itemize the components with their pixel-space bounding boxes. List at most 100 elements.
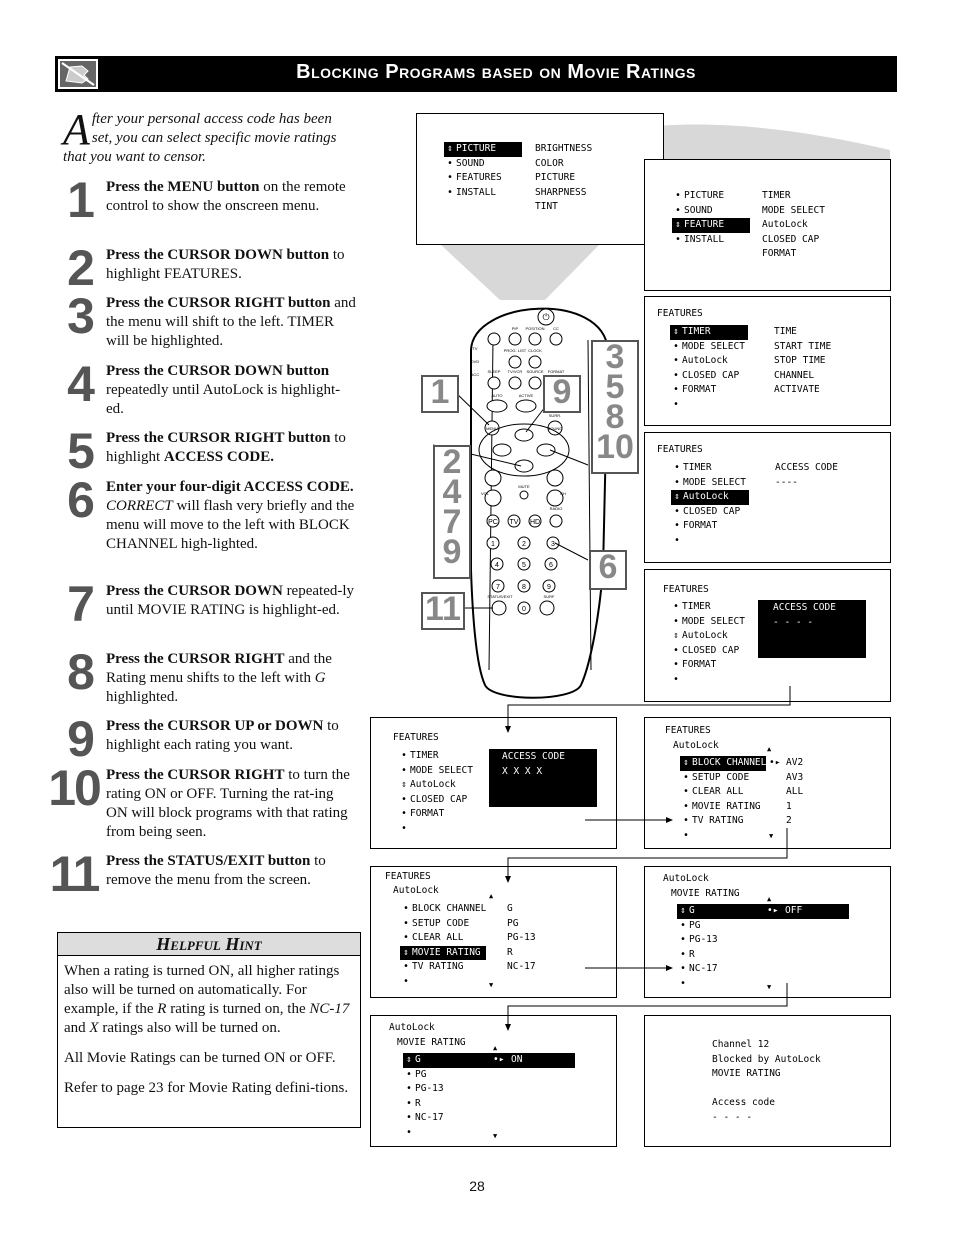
access-code-value: - - - - (773, 617, 814, 628)
rating-toggle-value: OFF (785, 905, 803, 916)
cursor-arrows-icon: ⇕ (675, 219, 681, 231)
menu-item: ⇕ G (677, 904, 849, 919)
svg-text:HD: HD (530, 519, 540, 526)
bullet-icon: • (673, 340, 679, 352)
menu-item-label: INSTALL (456, 186, 497, 198)
callout-step-6: 6 (589, 550, 627, 590)
menu-screen-3: FEATURES ⇕ TIMER • MODE SELECT • AutoLock • CLOS… (644, 296, 891, 426)
bullet-icon: • (673, 615, 679, 627)
bullet-icon: • (673, 644, 679, 656)
menu-item: • (403, 1126, 415, 1141)
menu-item: • (680, 829, 692, 844)
svg-text:SLEEP: SLEEP (488, 369, 501, 374)
menu-item: • CLOSED CAP (670, 369, 739, 384)
menu-item: • MOVIE RATING (680, 800, 761, 815)
menu-item-label: FEATURES (456, 172, 502, 184)
bullet-icon: • (401, 793, 407, 805)
menu-item: • CLEAR ALL (680, 785, 743, 800)
menu-item: • FORMAT (670, 383, 716, 398)
bullet-icon: • (403, 917, 409, 929)
menu-item-label: AutoLock (683, 491, 729, 503)
svg-text:POSITION: POSITION (525, 326, 544, 331)
cursor-arrows-icon: ⇕ (674, 491, 680, 503)
svg-text:7: 7 (496, 584, 500, 591)
bullet-icon: • (683, 815, 689, 827)
svg-text:TV/VCR: TV/VCR (508, 369, 523, 374)
blocked-message-line: - - - - (712, 1112, 753, 1123)
menu-item: • TV RATING (400, 960, 463, 975)
menu-item-label: SOUND (456, 157, 485, 169)
menu-item-label: PG (689, 919, 701, 931)
menu-item: • (670, 673, 682, 688)
menu-screen-4: FEATURES • TIMER • MODE SELECT ⇕ AutoLock • CLOS… (644, 432, 891, 563)
step-11: 11 Press the STATUS/EXIT button to remove… (50, 848, 358, 900)
svg-text:PROG. LIST: PROG. LIST (504, 348, 527, 353)
menu-title: FEATURES (663, 584, 709, 595)
menu-item: • MODE SELECT (671, 476, 746, 491)
bullet-icon: • (406, 1127, 412, 1138)
menu-item-label: AutoLock (682, 355, 728, 367)
svg-text:CC: CC (553, 326, 559, 331)
svg-text:DVD: DVD (471, 359, 480, 364)
menu-subtitle: AutoLock (393, 885, 439, 896)
menu-item-label: FORMAT (682, 384, 717, 396)
step-number: 10 (48, 760, 102, 816)
submenu-item: SHARPNESS (535, 186, 587, 198)
hint-paragraph-3: Refer to page 23 for Movie Rating defini… (64, 1080, 349, 1096)
submenu-item: STOP TIME (774, 355, 826, 367)
menu-item: ⇕ AutoLock (670, 629, 728, 644)
callout-steps-3-5-8-10: 3 5 8 10 (591, 340, 639, 474)
submenu-item: ACTIVATE (774, 384, 820, 396)
menu-item-label: PICTURE (456, 143, 497, 154)
menu-item: • SOUND (672, 204, 712, 219)
menu-screen-7: FEATURES AutoLock ▲ ⇕ BLOCK CHANNEL • SETUP CO… (644, 717, 891, 849)
cursor-arrows-icon: ⇕ (406, 1054, 412, 1065)
menu-item-label: TV RATING (692, 815, 744, 827)
select-arrow-icon: •▸ (769, 757, 781, 768)
blocked-message-line: Channel 12 (712, 1039, 770, 1050)
menu-item-label: TIMER (410, 750, 439, 761)
submenu-item: 2 (786, 815, 792, 827)
menu-title: FEATURES (665, 725, 711, 736)
cursor-arrows-icon: ⇕ (447, 143, 453, 154)
select-arrow-icon: •▸ (767, 905, 779, 916)
menu-item-label: PICTURE (684, 190, 725, 201)
menu-item-label: MOVIE RATING (412, 946, 481, 958)
bullet-icon: • (673, 399, 679, 410)
menu-item-label: G (415, 1054, 421, 1065)
menu-screen-8: FEATURES AutoLock ▲ • BLOCK CHANNEL • SETUP CO… (370, 866, 617, 998)
menu-item: • CLOSED CAP (671, 505, 740, 520)
bullet-icon: • (683, 771, 689, 783)
menu-item-label: TIMER (682, 326, 711, 337)
cursor-arrows-icon: ⇕ (401, 779, 407, 791)
menu-item: • INSTALL (444, 186, 496, 201)
menu-item: • PG (403, 1068, 426, 1083)
svg-text:SURF: SURF (544, 594, 555, 599)
menu-screen-11: Channel 12 Blocked by AutoLock MOVIE RATIN… (644, 1015, 891, 1147)
menu-item: • CLOSED CAP (670, 644, 739, 659)
menu-item-label: TV RATING (412, 961, 464, 973)
hint-title: Helpful Hint (58, 933, 360, 956)
menu-item-label: CLOSED CAP (683, 505, 741, 517)
scroll-up-icon: ▲ (489, 892, 494, 900)
menu-item-label: NC-17 (689, 963, 718, 975)
submenu-item: ACCESS CODE (775, 462, 838, 473)
menu-item-label: CLEAR ALL (692, 786, 744, 798)
bullet-icon: • (673, 601, 679, 612)
step-action: Press the CURSOR RIGHT (106, 767, 285, 783)
svg-text:SOURCE: SOURCE (526, 369, 543, 374)
menu-item: • (670, 398, 682, 413)
menu-item: • PG-13 (403, 1082, 443, 1097)
blocked-message-line: Blocked by AutoLock (712, 1053, 821, 1065)
submenu-item: TIMER (762, 190, 791, 201)
menu-item-label: R (689, 948, 695, 960)
menu-item-label: CLOSED CAP (682, 369, 740, 381)
scroll-up-icon: ▲ (767, 745, 772, 753)
menu-item: • AutoLock (670, 354, 728, 369)
menu-item-label: SETUP CODE (412, 917, 470, 929)
bullet-icon: • (406, 1112, 412, 1124)
bullet-icon: • (401, 823, 407, 834)
menu-item-label: SETUP CODE (692, 771, 750, 783)
bullet-icon: • (673, 369, 679, 381)
svg-text:AUTO: AUTO (491, 393, 502, 398)
